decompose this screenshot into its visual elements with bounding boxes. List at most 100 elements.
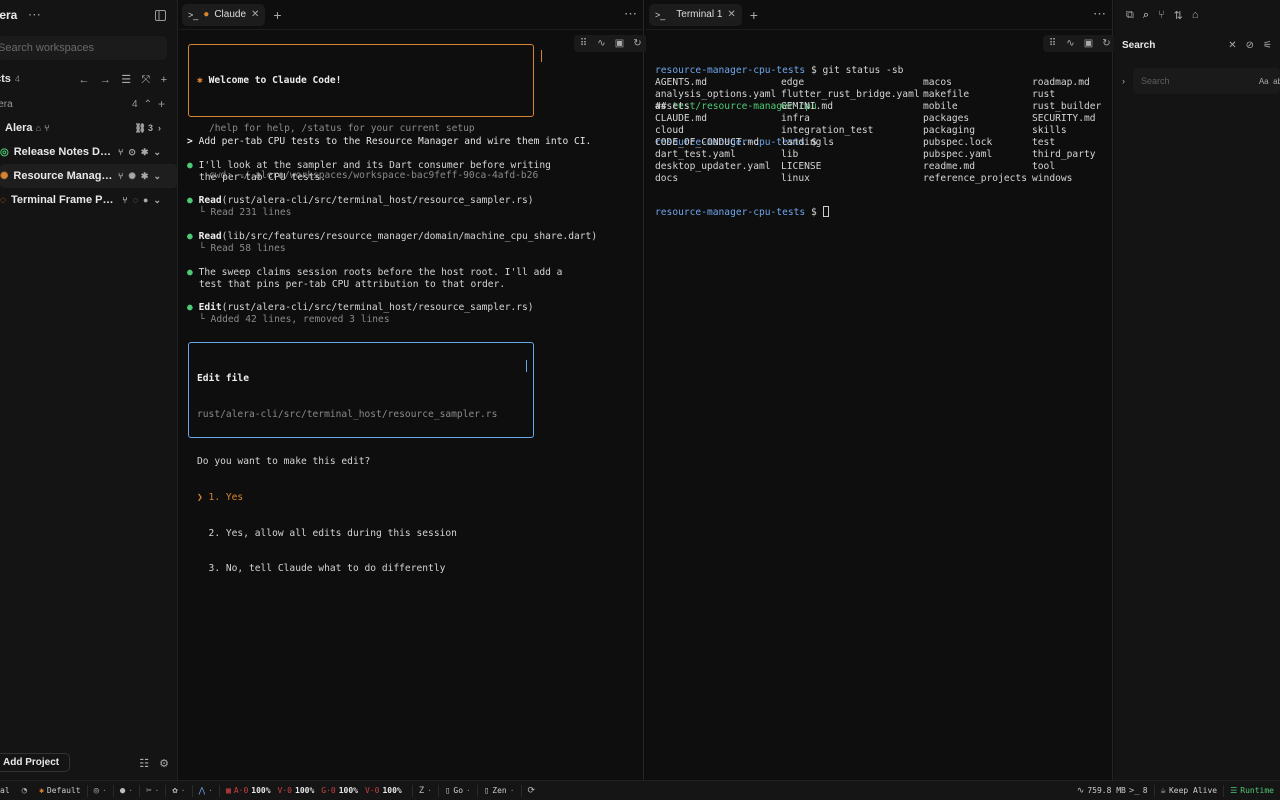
option-allow-all[interactable]: 2. Yes, allow all edits during this sess…	[197, 528, 533, 540]
link-icon: ⛓	[134, 122, 146, 133]
welcome-title: Welcome to Claude Code!	[208, 74, 342, 86]
zen-button[interactable]: ▯ Zen ·	[478, 786, 521, 796]
search-icon[interactable]: ⌕	[1143, 9, 1149, 22]
status-left-label: al	[0, 786, 10, 795]
match-case-toggle[interactable]: Aa	[1259, 77, 1269, 86]
search-input[interactable]: Search Aa ab	[1133, 68, 1280, 94]
tab-label: Terminal 1	[676, 9, 723, 20]
cpu-meter-key: G·0	[321, 786, 336, 795]
bot-icon[interactable]: ⌂	[1192, 9, 1199, 21]
ls-entry: skills	[1032, 124, 1067, 136]
ls-entry: windows	[1032, 172, 1073, 184]
tools-icon[interactable]: ✂	[146, 786, 151, 796]
hide-icon[interactable]: ⊘	[1246, 40, 1254, 51]
ls-entry: macos	[923, 77, 952, 88]
workspace-label: Terminal Frame Pa...	[10, 194, 118, 206]
ls-entry: landing	[781, 136, 822, 148]
ls-entry: roadmap.md	[1032, 77, 1090, 88]
match-word-toggle[interactable]: ab	[1273, 77, 1280, 86]
more-icon[interactable]: ⋯	[25, 6, 43, 24]
workspace-resource-manager[interactable]: ✺ Resource Manager... ⑂ ✺ ✱ ⌄	[0, 164, 177, 188]
search-workspaces-input[interactable]: Search workspaces	[0, 36, 167, 60]
cpu-meter-value: 100%	[251, 786, 271, 795]
sidebar-toggle-icon[interactable]	[151, 6, 169, 24]
project-root-label: Alera	[5, 122, 33, 134]
close-icon[interactable]: ✕	[251, 9, 259, 20]
git-branch-icon[interactable]: ⑂	[1158, 9, 1165, 21]
spinner-icon: ✺	[128, 170, 136, 181]
pull-request-icon[interactable]: ⇅	[1174, 9, 1183, 22]
more-icon[interactable]: ⋯	[1093, 6, 1106, 22]
group-label: lera	[0, 98, 13, 110]
user-prompt: Add per-tab CPU tests to the Resource Ma…	[198, 136, 592, 147]
chevron-down-icon[interactable]: ⌄	[153, 171, 161, 182]
cpu-meter-value: 100%	[295, 786, 315, 795]
add-project-button[interactable]: Add Project	[0, 753, 70, 772]
tab-label: Claude	[214, 9, 247, 20]
status-bar: al ◔ ✱ Default ◎ · ● · ✂ · ✿ · ⋀ · ▩ A·0 100% V·…	[0, 780, 1280, 800]
forward-icon[interactable]: →	[100, 74, 111, 86]
project-group[interactable]: lera 4 ⌃ +	[0, 92, 177, 116]
tab-claude[interactable]: >_ ● Claude ✕	[182, 3, 266, 26]
chevron-right-icon[interactable]: ›	[158, 123, 161, 133]
welcome-box: ✱ Welcome to Claude Code! /help for help…	[188, 44, 538, 181]
collapse-icon[interactable]: ⤧	[141, 74, 150, 86]
expand-icon[interactable]: ›	[1122, 76, 1125, 86]
add-icon[interactable]: +	[161, 74, 167, 86]
ls-entry: desktop_updater.yaml	[655, 160, 771, 172]
ls-entry: readme.md	[923, 160, 975, 172]
claude-icon: ✱	[140, 170, 149, 181]
discord-icon[interactable]: ●	[120, 786, 125, 796]
ls-entry: integration_test	[781, 124, 874, 136]
sync-icon[interactable]: ⟳	[528, 786, 536, 796]
filter-icon[interactable]: ☰	[121, 74, 131, 86]
project-root-alera[interactable]: Alera ⌂ ⑂ ⛓ 3 ›	[0, 116, 177, 140]
file-icon: ▯	[483, 785, 490, 796]
loading-icon: ◌	[0, 194, 6, 206]
workspace-terminal-frame[interactable]: ◌ Terminal Frame Pa... ⑂ ◌ ● ⌄	[0, 188, 177, 212]
chevron-up-icon[interactable]: ⌃	[144, 99, 152, 110]
tool-result: └ Added 42 lines, removed 3 lines	[199, 314, 390, 325]
ls-entry: rust	[1032, 88, 1056, 100]
shell-prompt: resource-manager-cpu-tests	[655, 206, 806, 218]
runtime-button[interactable]: ☰ Runtime	[1224, 786, 1280, 795]
ls-entry: lib	[781, 148, 799, 160]
tab-terminal-1[interactable]: >_ Terminal 1 ✕	[649, 3, 742, 26]
zed-icon[interactable]: Z	[419, 786, 424, 796]
ls-entry: test	[1032, 136, 1056, 148]
settings-icon[interactable]: ⚙	[159, 757, 169, 770]
chevron-down-icon[interactable]: ⌄	[153, 195, 161, 206]
bullet-icon: ●	[187, 267, 193, 278]
copy-icon[interactable]: ⧉	[1126, 9, 1134, 22]
more-icon[interactable]: ⋯	[624, 6, 637, 22]
branch-icon: ⑂	[122, 195, 128, 205]
claude-icon: ✱	[140, 146, 149, 157]
chevron-down-icon[interactable]: ⌄	[153, 147, 161, 158]
keep-alive-toggle[interactable]: ☕ Keep Alive	[1155, 786, 1224, 796]
checklist-icon[interactable]: ☷	[139, 757, 149, 770]
profile-selector[interactable]: ✱ Default	[33, 786, 87, 795]
back-icon[interactable]: ←	[79, 74, 90, 86]
new-tab-icon[interactable]: +	[273, 7, 281, 23]
cpu-meters[interactable]: ▩ A·0 100% V·0 100% G·0 100% V·0 100%	[220, 786, 412, 795]
alera-icon[interactable]: ⋀	[199, 786, 206, 795]
go-button[interactable]: ▯ Go ·	[439, 786, 477, 796]
workspace-release-notes[interactable]: ◎ Release Notes Draft ⑂ ⊙ ✱ ⌄	[0, 140, 177, 164]
option-no[interactable]: 3. No, tell Claude what to do differentl…	[197, 563, 533, 575]
add-workspace-icon[interactable]: +	[158, 97, 165, 111]
target-icon[interactable]: ◎	[94, 786, 99, 796]
close-icon[interactable]: ✕	[1228, 40, 1236, 51]
openai-icon[interactable]: ✿	[172, 786, 177, 796]
right-panel: ⧉ ⌕ ⑂ ⇅ ⌂ Search ✕ ⊘ ⚟ › Search Aa ab	[1114, 0, 1280, 780]
gauge-icon[interactable]: ◔	[22, 786, 27, 796]
close-icon[interactable]: ✕	[727, 9, 735, 20]
branch-icon: ⑂	[117, 147, 124, 157]
working-icon: ✺	[0, 170, 9, 182]
filter-options-icon[interactable]: ⚟	[1263, 40, 1272, 51]
option-yes[interactable]: ❯ 1. Yes	[197, 492, 533, 504]
terminal-output[interactable]: resource-manager-cpu-tests $ git status …	[646, 36, 1112, 218]
edit-path: rust/alera-cli/src/terminal_host/resourc…	[197, 408, 498, 420]
new-tab-icon[interactable]: +	[750, 7, 758, 23]
ls-entry: analysis_options.yaml	[655, 88, 777, 100]
resource-usage[interactable]: ∿ 759.8 MB >_ 8	[1071, 786, 1154, 796]
